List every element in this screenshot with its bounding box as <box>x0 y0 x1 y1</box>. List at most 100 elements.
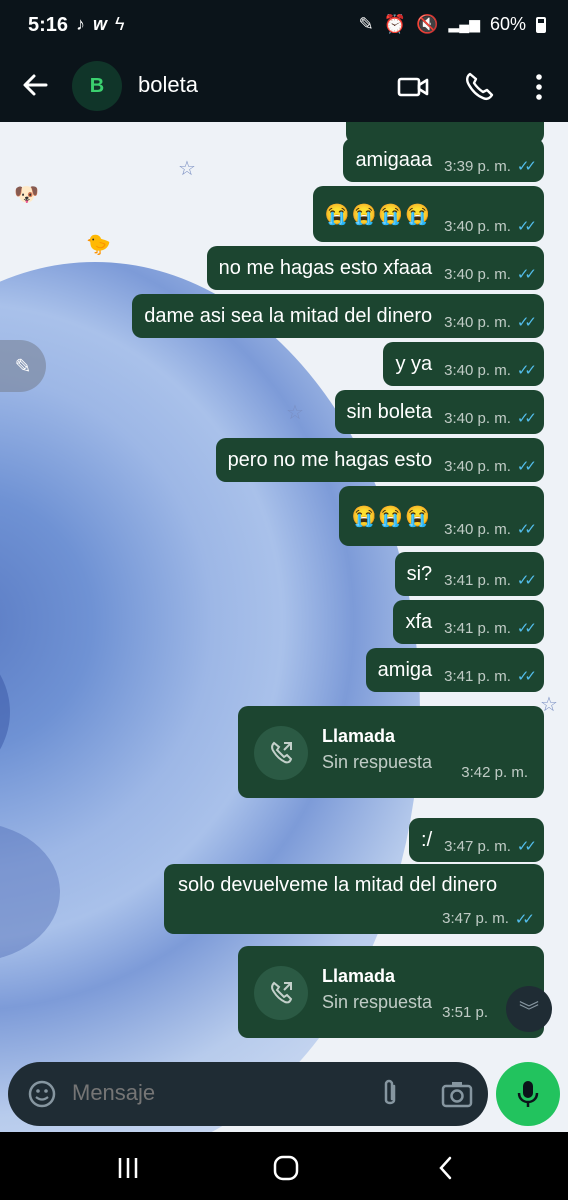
microphone-icon <box>517 1081 539 1107</box>
tiktok-icon: ♪ <box>76 14 85 34</box>
status-left-icons: ♪ w ϟ <box>76 14 125 35</box>
call-title: Llamada <box>322 726 396 746</box>
sticker-emoji-icon[interactable] <box>26 1078 58 1110</box>
read-ticks-icon: ✓✓ <box>516 572 537 589</box>
wallpaper-woodstock-icon: 🐤 <box>86 234 111 256</box>
message-text: pero no me hagas esto <box>227 448 433 471</box>
read-ticks-icon: ✓✓ <box>516 410 537 427</box>
message-meta: 3:40 p. m. ✓✓ <box>444 313 537 332</box>
camera-icon[interactable] <box>440 1078 474 1110</box>
message-text: amiga <box>377 658 433 681</box>
message-bubble[interactable]: dame asi sea la mitad del dinero 3:40 p.… <box>132 294 544 338</box>
message-meta: 3:47 p. m. ✓✓ <box>444 837 537 856</box>
message-bubble[interactable]: pero no me hagas esto 3:40 p. m. ✓✓ <box>215 438 544 482</box>
message-bubble[interactable]: 😭😭😭 3:40 p. m. ✓✓ <box>339 486 544 546</box>
message-bubble[interactable]: :/ 3:47 p. m. ✓✓ <box>409 818 544 862</box>
message-bubble[interactable]: solo devuelveme la mitad del dinero 3:47… <box>164 864 544 934</box>
message-text: :/ <box>421 828 433 851</box>
read-ticks-icon: ✓✓ <box>516 521 537 538</box>
message-composer <box>8 1062 488 1126</box>
missed-call-bubble[interactable]: Llamada Sin respuesta 3:42 p. m. <box>238 706 544 798</box>
system-nav-bar <box>0 1134 568 1200</box>
message-meta: 3:40 p. m. ✓✓ <box>444 265 537 284</box>
status-bar: 5:16 ♪ w ϟ ✎ ⏰ 🔇 ▂▄▆ 60% <box>0 0 568 52</box>
chat-header: B boleta <box>0 52 568 122</box>
scroll-to-bottom-icon[interactable]: ︾ <box>506 986 552 1032</box>
missed-call-icon <box>254 966 308 1020</box>
mute-icon: 🔇 <box>416 14 439 34</box>
back-arrow-icon[interactable] <box>20 68 50 102</box>
call-time: 3:42 p. m. <box>461 764 528 781</box>
message-bubble[interactable]: 😭😭😭😭 3:40 p. m. ✓✓ <box>312 186 544 242</box>
call-title: Llamada <box>322 966 396 986</box>
status-time: 5:16 <box>28 14 69 36</box>
contact-name[interactable]: boleta <box>138 72 198 98</box>
status-right-icons: ✎ ⏰ 🔇 ▂▄▆ 60% <box>359 14 546 35</box>
message-meta: 3:41 p. m. ✓✓ <box>444 571 537 590</box>
message-bubble[interactable]: si? 3:41 p. m. ✓✓ <box>394 552 544 596</box>
message-bubble[interactable]: amiga 3:41 p. m. ✓✓ <box>365 648 544 692</box>
read-ticks-icon: ✓✓ <box>514 911 535 928</box>
message-text: si? <box>406 562 433 585</box>
wallpaper-snoopy-icon: 🐶 <box>14 184 39 206</box>
battery-icon <box>536 16 546 33</box>
battery-level: 60% <box>489 14 526 34</box>
message-input[interactable] <box>72 1080 362 1106</box>
message-text: 😭😭😭 <box>351 505 433 528</box>
message-meta: 3:39 p. m. ✓✓ <box>444 157 537 176</box>
contact-avatar[interactable]: B <box>72 61 122 111</box>
read-ticks-icon: ✓✓ <box>516 668 537 685</box>
video-call-icon[interactable] <box>396 70 430 104</box>
message-text: amigaaa <box>355 148 433 171</box>
alarm-icon: ⏰ <box>383 14 407 34</box>
message-meta: 3:40 p. m. ✓✓ <box>444 409 537 428</box>
message-bubble[interactable]: amigaaa 3:39 p. m. ✓✓ <box>343 138 544 182</box>
message-meta: 3:40 p. m. ✓✓ <box>444 457 537 476</box>
message-meta: 3:40 p. m. ✓✓ <box>444 520 537 539</box>
pen-icon: ✎ <box>358 14 374 34</box>
message-bubble[interactable]: xfa 3:41 p. m. ✓✓ <box>393 600 544 644</box>
app-w-icon: w <box>93 14 108 34</box>
call-time: 3:51 p. <box>442 1004 488 1021</box>
bolt-icon: ϟ <box>115 14 125 34</box>
wallpaper-star-icon: ☆ <box>286 402 304 424</box>
read-ticks-icon: ✓✓ <box>516 620 537 637</box>
message-meta: 3:47 p. m. ✓✓ <box>442 910 535 928</box>
message-text: solo devuelveme la mitad del dinero <box>178 874 498 896</box>
read-ticks-icon: ✓✓ <box>516 362 537 379</box>
message-text: no me hagas esto xfaaa <box>218 256 433 279</box>
recent-apps-icon[interactable] <box>114 1154 142 1182</box>
read-ticks-icon: ✓✓ <box>516 314 537 331</box>
read-ticks-icon: ✓✓ <box>516 838 537 855</box>
message-text: y ya <box>395 352 433 375</box>
message-meta: 3:40 p. m. ✓✓ <box>444 217 537 236</box>
read-ticks-icon: ✓✓ <box>516 158 537 175</box>
signal-icon: ▂▄▆ <box>448 16 480 32</box>
avatar-letter: B <box>89 74 105 97</box>
message-meta: 3:40 p. m. ✓✓ <box>444 361 537 380</box>
message-text: dame asi sea la mitad del dinero <box>144 304 433 327</box>
message-text: sin boleta <box>346 400 433 423</box>
missed-call-bubble[interactable]: Llamada Sin respuesta 3:51 p. <box>238 946 544 1038</box>
message-text: 😭😭😭😭 <box>324 203 433 226</box>
read-ticks-icon: ✓✓ <box>516 218 537 235</box>
attach-paperclip-icon[interactable] <box>376 1078 404 1110</box>
read-ticks-icon: ✓✓ <box>516 266 537 283</box>
more-options-icon[interactable] <box>522 70 556 104</box>
wallpaper-star-icon: ☆ <box>178 158 196 180</box>
microphone-button[interactable] <box>496 1062 560 1126</box>
call-status: Sin respuesta <box>322 992 433 1012</box>
message-bubble[interactable]: y ya 3:40 p. m. ✓✓ <box>383 342 544 386</box>
call-status: Sin respuesta <box>322 752 433 772</box>
read-ticks-icon: ✓✓ <box>516 458 537 475</box>
voice-call-icon[interactable] <box>462 70 496 104</box>
home-icon[interactable] <box>272 1154 300 1182</box>
nav-back-icon[interactable] <box>432 1154 460 1182</box>
missed-call-icon <box>254 726 308 780</box>
message-bubble[interactable]: no me hagas esto xfaaa 3:40 p. m. ✓✓ <box>206 246 544 290</box>
message-bubble[interactable]: sin boleta 3:40 p. m. ✓✓ <box>334 390 544 434</box>
chat-area[interactable]: ☆ ☆ ☆ 🐶 🐤 ✎ amigaaa 3:39 p. m. ✓✓ 😭😭😭😭 3:… <box>0 122 568 1132</box>
message-meta: 3:41 p. m. ✓✓ <box>444 667 537 686</box>
message-text: xfa <box>405 610 433 633</box>
message-meta: 3:41 p. m. ✓✓ <box>444 619 537 638</box>
